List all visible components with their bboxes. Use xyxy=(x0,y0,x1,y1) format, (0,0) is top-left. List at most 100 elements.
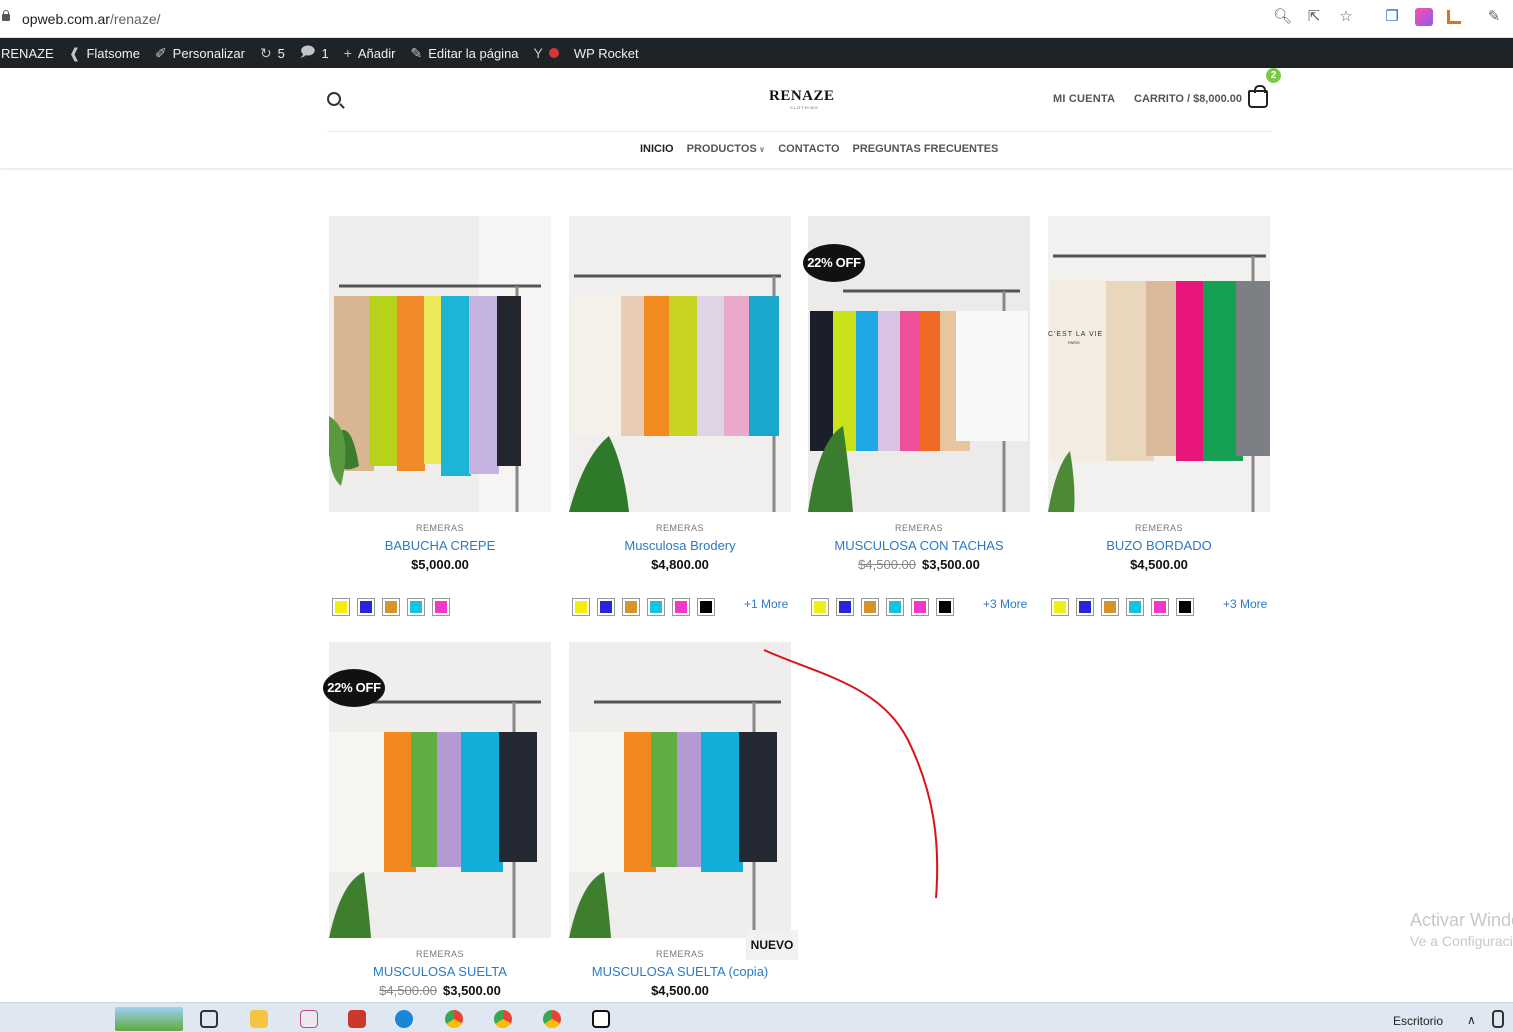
url-path: /renaze/ xyxy=(109,10,161,27)
product-card[interactable]: REMERAS BABUCHA CREPE $5,000.00 xyxy=(329,216,551,616)
swatch-cyan[interactable] xyxy=(1126,598,1144,616)
url-host: opweb.com.ar xyxy=(22,10,110,27)
more-colors-link[interactable]: +1 More xyxy=(744,597,788,611)
product-image[interactable] xyxy=(569,642,791,938)
seo-status-dot xyxy=(548,48,559,58)
star-icon[interactable]: ☆ xyxy=(1337,8,1355,26)
product-name[interactable]: Musculosa Brodery xyxy=(569,538,791,553)
search-icon[interactable] xyxy=(327,92,341,106)
swatch-blue[interactable] xyxy=(836,598,854,616)
discount-badge: 22% OFF xyxy=(803,244,865,282)
desktop-toolbar-label[interactable]: Escritorio xyxy=(1393,1014,1443,1028)
product-name[interactable]: MUSCULOSA CON TACHAS xyxy=(808,538,1030,553)
product-category[interactable]: REMERAS xyxy=(1048,523,1270,533)
product-category[interactable]: REMERAS xyxy=(329,523,551,533)
app-tower-icon[interactable] xyxy=(348,1010,366,1028)
wp-customize-link[interactable]: ✐ Personalizar xyxy=(155,45,245,62)
extension-translate-icon[interactable]: ❐ xyxy=(1383,8,1401,26)
weather-widget-icon[interactable] xyxy=(115,1007,183,1031)
wp-updates-count: 5 xyxy=(277,45,285,61)
product-image[interactable] xyxy=(569,216,791,512)
product-image[interactable]: C'EST LA VIE PARIS xyxy=(1048,216,1270,512)
edge-icon[interactable] xyxy=(395,1010,413,1028)
shopping-bag-icon[interactable] xyxy=(1248,85,1268,108)
zoom-icon[interactable]: 🔍︎ xyxy=(1273,8,1292,26)
nav-item-contacto[interactable]: CONTACTO xyxy=(778,143,839,155)
share-icon[interactable]: ⇱ xyxy=(1305,8,1323,26)
cart-link[interactable]: CARRITO / $8,000.00 xyxy=(1134,93,1242,105)
chrome-profile-icon[interactable] xyxy=(494,1010,512,1028)
chrome-second-icon[interactable] xyxy=(543,1010,561,1028)
task-view-icon[interactable] xyxy=(200,1010,218,1028)
swatch-yellow[interactable] xyxy=(1051,598,1069,616)
site-logo-tagline: CLOTHING xyxy=(790,105,819,110)
eyedropper-icon[interactable]: ✎ xyxy=(1485,8,1503,26)
swatch-blue[interactable] xyxy=(357,598,375,616)
swatch-black[interactable] xyxy=(1176,598,1194,616)
url-field[interactable]: opweb.com.ar/renaze/ xyxy=(22,11,161,27)
wp-site-name[interactable]: RENAZE xyxy=(1,46,54,61)
site-logo[interactable]: RENAZE xyxy=(769,88,835,105)
product-category[interactable]: REMERAS xyxy=(808,523,1030,533)
swatch-mustard[interactable] xyxy=(622,598,640,616)
plus-icon: + xyxy=(343,45,352,61)
chevron-up-icon[interactable]: ∧ xyxy=(1467,1013,1476,1027)
swatch-mustard[interactable] xyxy=(1101,598,1119,616)
snipping-tool-icon[interactable] xyxy=(300,1010,318,1028)
swatch-pink[interactable] xyxy=(672,598,690,616)
wp-edit-label: Editar la página xyxy=(428,45,519,61)
swatch-mustard[interactable] xyxy=(382,598,400,616)
swatch-black[interactable] xyxy=(936,598,954,616)
swatch-cyan[interactable] xyxy=(647,598,665,616)
my-account-link[interactable]: MI CUENTA xyxy=(1053,93,1115,105)
browser-address-bar: opweb.com.ar/renaze/ 🔍︎ ⇱ ☆ ❐ ✎ xyxy=(0,0,1513,38)
product-name[interactable]: BABUCHA CREPE xyxy=(329,538,551,553)
swatch-cyan[interactable] xyxy=(407,598,425,616)
product-name[interactable]: MUSCULOSA SUELTA (copia) xyxy=(569,964,791,979)
nav-item-preguntas[interactable]: PREGUNTAS FRECUENTES xyxy=(853,143,999,155)
lock-icon[interactable] xyxy=(2,10,10,23)
chrome-icon[interactable] xyxy=(445,1010,463,1028)
swatch-blue[interactable] xyxy=(1076,598,1094,616)
color-swatches: +1 More xyxy=(569,597,791,616)
swatch-pink[interactable] xyxy=(432,598,450,616)
product-category[interactable]: REMERAS xyxy=(329,949,551,959)
product-image[interactable] xyxy=(329,216,551,512)
wp-updates-link[interactable]: ↻ 5 xyxy=(260,45,285,62)
product-card[interactable]: REMERAS Musculosa Brodery $4,800.00 +1 M… xyxy=(569,216,791,616)
pencil-icon: ✎ xyxy=(410,44,423,61)
product-price: $4,800.00 xyxy=(569,557,791,572)
swatch-mustard[interactable] xyxy=(861,598,879,616)
swatch-yellow[interactable] xyxy=(572,598,590,616)
swatch-pink[interactable] xyxy=(1151,598,1169,616)
wp-add-new-link[interactable]: + Añadir xyxy=(344,45,396,61)
product-category[interactable]: REMERAS xyxy=(569,523,791,533)
swatch-yellow[interactable] xyxy=(811,598,829,616)
extension-gradient-icon[interactable] xyxy=(1415,8,1433,26)
wp-seo-link[interactable]: Y xyxy=(534,45,559,61)
new-badge: NUEVO xyxy=(746,930,798,960)
wp-rocket-label: WP Rocket xyxy=(573,45,639,61)
file-explorer-icon[interactable] xyxy=(250,1010,268,1028)
swatch-yellow[interactable] xyxy=(332,598,350,616)
product-name[interactable]: BUZO BORDADO xyxy=(1048,538,1270,553)
product-card[interactable]: C'EST LA VIE PARIS REMERAS BUZO BORDADO … xyxy=(1048,216,1270,616)
nav-item-productos[interactable]: PRODUCTOS ∨ xyxy=(687,143,766,155)
notification-icon[interactable] xyxy=(1492,1010,1504,1028)
swatch-black[interactable] xyxy=(697,598,715,616)
wp-comments-link[interactable]: 🗩︎ 1 xyxy=(300,41,329,65)
swatch-cyan[interactable] xyxy=(886,598,904,616)
wp-theme-link[interactable]: ❰ Flatsome xyxy=(69,45,140,62)
nav-item-inicio[interactable]: INICIO xyxy=(640,143,674,155)
wp-rocket-link[interactable]: WP Rocket xyxy=(574,46,639,61)
swatch-blue[interactable] xyxy=(597,598,615,616)
more-colors-link[interactable]: +3 More xyxy=(1223,597,1267,611)
windows-taskbar: Escritorio ∧ xyxy=(0,1002,1513,1032)
capcut-icon[interactable] xyxy=(592,1010,610,1028)
wp-admin-bar: RENAZE ❰ Flatsome ✐ Personalizar ↻ 5 🗩︎ 1 + A… xyxy=(0,38,1513,68)
product-name[interactable]: MUSCULOSA SUELTA xyxy=(329,964,551,979)
extension-crop-icon[interactable] xyxy=(1447,10,1461,24)
swatch-pink[interactable] xyxy=(911,598,929,616)
more-colors-link[interactable]: +3 More xyxy=(983,597,1027,611)
wp-edit-page-link[interactable]: ✎ Editar la página xyxy=(410,45,518,62)
